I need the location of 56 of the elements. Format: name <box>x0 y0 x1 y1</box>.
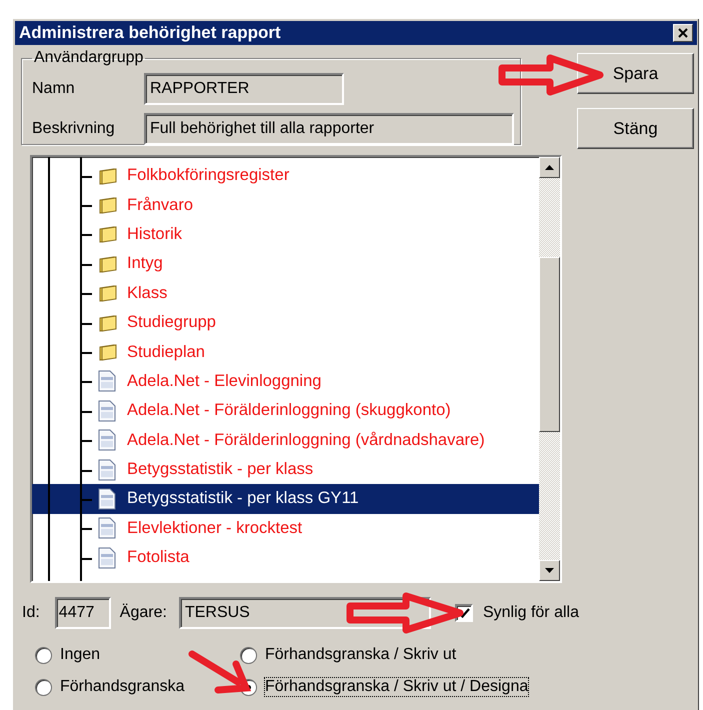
radio-button[interactable] <box>240 646 257 664</box>
tree-item[interactable]: Betygsstatistik - per klass <box>32 454 539 484</box>
close-button[interactable] <box>673 24 693 42</box>
tree-item[interactable]: Studieplan <box>32 337 539 367</box>
tree-item[interactable]: Intyg <box>32 249 539 279</box>
tree-item[interactable]: Fotolista <box>32 543 539 572</box>
scroll-thumb[interactable] <box>539 257 560 432</box>
scroll-down-button[interactable] <box>539 560 560 581</box>
tree-item[interactable]: Klass <box>32 278 539 308</box>
folder-icon <box>98 195 118 216</box>
document-icon <box>98 458 116 481</box>
tree-item[interactable]: Adela.Net - Förälderinloggning (skuggkonto) <box>32 396 539 426</box>
folder-icon <box>98 283 118 304</box>
scrollbar[interactable] <box>539 157 560 581</box>
tree-item[interactable]: Studiegrupp <box>32 308 539 338</box>
tree-item[interactable]: Betygsstatistik - per klass GY11 <box>32 484 539 514</box>
tree-item[interactable]: Adela.Net - Förälderinloggning (vårdnadshavare) <box>32 426 539 455</box>
annotation-arrow <box>188 650 252 694</box>
document-icon <box>98 488 116 510</box>
id-field[interactable]: 4477 <box>54 597 111 629</box>
up-arrow-icon[interactable] <box>545 165 554 170</box>
radio-label: Förhandsgranska / Skriv ut <box>265 646 456 664</box>
down-arrow-icon[interactable] <box>545 568 554 573</box>
description-label: Beskrivning <box>32 120 116 138</box>
scroll-up-button[interactable] <box>539 157 560 178</box>
tree-item[interactable]: Historik <box>32 220 539 250</box>
document-icon <box>98 370 116 392</box>
document-icon <box>98 400 116 422</box>
document-icon <box>98 429 116 452</box>
document-icon <box>98 546 116 569</box>
radio-button[interactable] <box>35 646 52 664</box>
checkbox-label: Synlig för alla <box>482 604 579 622</box>
id-label: Id: <box>22 604 40 622</box>
folder-icon <box>98 224 118 244</box>
name-label: Namn <box>32 80 76 98</box>
tree-item[interactable]: Adela.Net - Elevinloggning <box>32 366 539 396</box>
dialog-button[interactable]: Spara <box>577 53 694 94</box>
folder-icon <box>98 312 118 333</box>
description-field[interactable]: Full behörighet till alla rapporter <box>144 113 514 145</box>
radio-label: Förhandsgranska <box>60 678 185 696</box>
tree-item[interactable]: Folkbokföringsregister <box>32 161 539 190</box>
dialog-button[interactable]: Stäng <box>577 108 694 149</box>
close-icon[interactable] <box>678 28 688 38</box>
name-field[interactable]: RAPPORTER <box>144 73 344 105</box>
radio-button[interactable] <box>35 678 52 696</box>
folder-icon <box>98 166 118 186</box>
radio-label: Ingen <box>60 646 100 664</box>
tree-item[interactable]: Elevlektioner - krocktest <box>32 514 539 544</box>
tree-item[interactable]: Frånvaro <box>32 190 539 220</box>
owner-label: Ägare: <box>120 604 167 622</box>
window-title: Administrera behörighet rapport <box>19 23 281 43</box>
radio-label: Förhandsgranska / Skriv ut / Designa <box>265 678 528 696</box>
group-legend: Användargrupp <box>32 49 146 67</box>
folder-icon <box>98 342 118 362</box>
document-icon <box>98 517 116 540</box>
folder-icon <box>98 254 118 274</box>
